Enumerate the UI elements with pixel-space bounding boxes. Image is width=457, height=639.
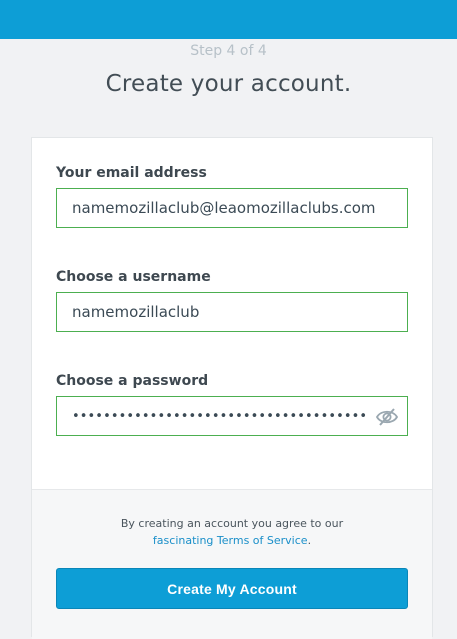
- password-value: ••••••••••••••••••••••••••••••••••••••: [72, 408, 368, 424]
- password-field[interactable]: ••••••••••••••••••••••••••••••••••••••: [56, 396, 408, 436]
- terms-link-word: fascinating: [152, 534, 214, 547]
- create-account-button[interactable]: Create My Account: [56, 568, 408, 609]
- email-field[interactable]: namemozillaclub@leaomozillaclubs.com: [56, 188, 408, 228]
- step-indicator: Step 4 of 4: [190, 43, 267, 59]
- username-value: namemozillaclub: [72, 303, 200, 321]
- eye-slash-icon[interactable]: [375, 406, 399, 428]
- terms-prefix: By creating an account you agree to our: [120, 517, 344, 530]
- terms-link-text: Terms of Service: [216, 534, 308, 547]
- terms-notice: By creating an account you agree to our …: [32, 515, 432, 549]
- username-label: Choose a username: [56, 269, 211, 285]
- form-footer: By creating an account you agree to our …: [32, 489, 432, 639]
- terms-link[interactable]: fascinating Terms of Service: [153, 534, 308, 547]
- signup-form-card: Your email address namemozillaclub@leaom…: [31, 137, 433, 639]
- terms-suffix: .: [307, 534, 312, 547]
- top-banner: [0, 0, 457, 39]
- username-field[interactable]: namemozillaclub: [56, 292, 408, 332]
- page-title: Create your account.: [105, 71, 352, 97]
- email-label: Your email address: [56, 165, 207, 181]
- password-label: Choose a password: [56, 373, 209, 389]
- email-value: namemozillaclub@leaomozillaclubs.com: [72, 199, 376, 217]
